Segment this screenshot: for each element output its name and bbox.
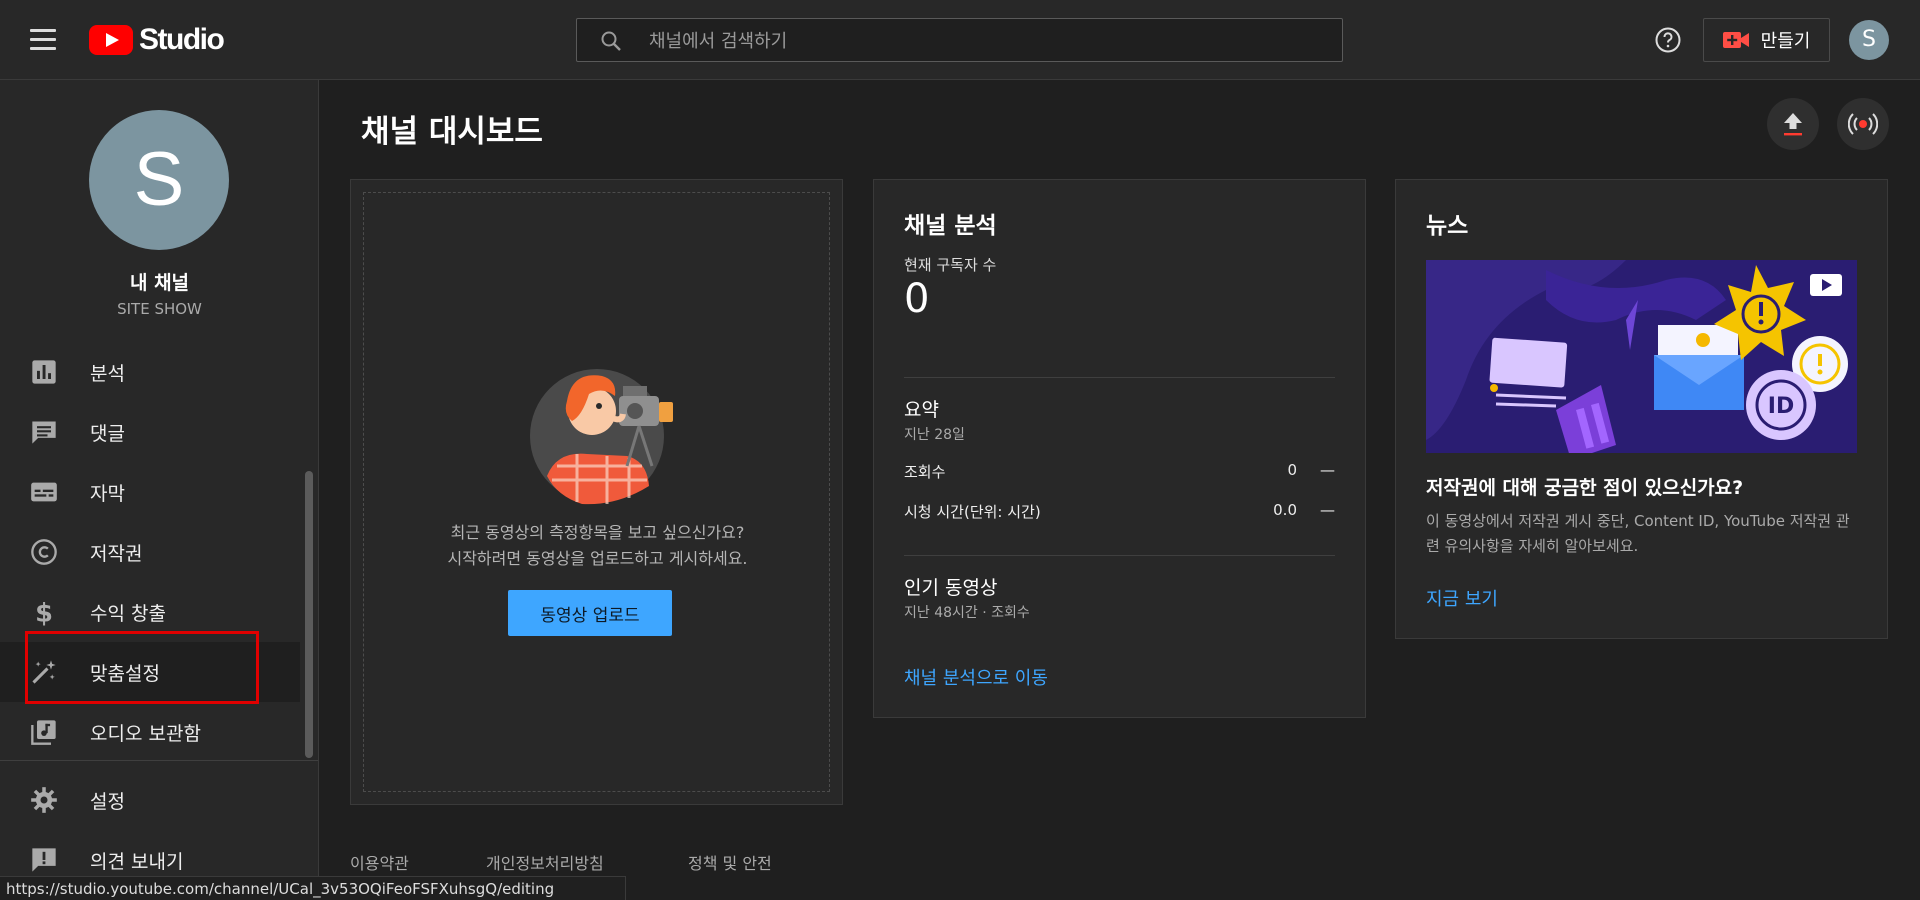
upload-button[interactable] bbox=[1767, 98, 1819, 150]
sidebar-item-copyright[interactable]: 저작권 bbox=[0, 522, 300, 582]
audio-library-icon bbox=[31, 720, 56, 745]
news-view-now-link[interactable]: 지금 보기 bbox=[1426, 585, 1498, 611]
sidebar-divider bbox=[0, 760, 318, 761]
channel-analytics-card: 채널 분석 현재 구독자 수 0 요약 지난 28일 조회수 0 — 시청 시간… bbox=[873, 179, 1366, 718]
youtube-play-icon bbox=[89, 25, 133, 55]
divider bbox=[904, 377, 1335, 378]
live-broadcast-icon bbox=[1848, 113, 1878, 135]
upload-prompt: 최근 동영상의 측정항목을 보고 싶으신가요? 시작하려면 동영상을 업로드하고… bbox=[364, 520, 831, 572]
sidebar-item-label: 저작권 bbox=[90, 542, 143, 565]
top-videos-period: 지난 48시간 · 조회수 bbox=[904, 605, 1030, 621]
channel-title: 내 채널 bbox=[129, 272, 190, 294]
go-live-button[interactable] bbox=[1837, 98, 1889, 150]
sidebar-item-label: 설정 bbox=[90, 790, 125, 813]
create-button-label: 만들기 bbox=[1760, 31, 1811, 52]
news-card-title: 뉴스 bbox=[1426, 213, 1469, 239]
divider bbox=[904, 555, 1335, 556]
menu-icon[interactable] bbox=[30, 29, 56, 51]
top-videos-title: 인기 동영상 bbox=[904, 577, 998, 599]
news-headline: 저작권에 대해 궁금한 점이 있으신가요? bbox=[1426, 477, 1744, 499]
dollar-icon: $ bbox=[35, 598, 53, 626]
sidebar-item-label: 자막 bbox=[90, 482, 125, 505]
news-body: 이 동영상에서 저작권 게시 중단, Content ID, YouTube 저… bbox=[1426, 512, 1850, 555]
sidebar: S 내 채널 SITE SHOW 분석 댓글 자막 저작권 $ 수익 창출 맞춤… bbox=[0, 80, 319, 900]
footer-privacy-link[interactable]: 개인정보처리방침 bbox=[486, 850, 604, 874]
upload-dropzone[interactable]: 최근 동영상의 측정항목을 보고 싶으신가요? 시작하려면 동영상을 업로드하고… bbox=[363, 192, 830, 792]
sidebar-item-label: 오디오 보관함 bbox=[90, 722, 201, 745]
sidebar-scrollbar[interactable] bbox=[305, 471, 313, 758]
upload-icon bbox=[1784, 113, 1802, 136]
upload-card: 최근 동영상의 측정항목을 보고 싶으신가요? 시작하려면 동영상을 업로드하고… bbox=[350, 179, 843, 805]
analytics-card-title: 채널 분석 bbox=[904, 213, 997, 239]
search-input[interactable] bbox=[647, 19, 1331, 63]
subtitles-icon bbox=[31, 482, 57, 502]
logo-text: Studio bbox=[139, 23, 225, 56]
metric-row-views: 조회수 0 — bbox=[904, 461, 1335, 483]
metric-label: 시청 시간(단위: 시간) bbox=[904, 503, 1041, 521]
video-camera-add-icon bbox=[1722, 32, 1749, 48]
go-to-analytics-link[interactable]: 채널 분석으로 이동 bbox=[904, 664, 1048, 690]
sidebar-bottom-nav: 설정 의견 보내기 bbox=[0, 770, 300, 890]
sidebar-item-label: 수익 창출 bbox=[90, 602, 166, 625]
channel-name: SITE SHOW bbox=[117, 300, 202, 318]
sidebar-item-settings[interactable]: 설정 bbox=[0, 770, 300, 830]
comments-icon bbox=[32, 421, 56, 444]
metric-delta: — bbox=[1320, 501, 1335, 519]
subscribers-count: 0 bbox=[904, 276, 930, 322]
news-card: 뉴스 ID 저작권에 대해 궁금한 점이 있으신가요? 이 동영상에서 저작권 … bbox=[1395, 179, 1888, 639]
svg-text:ID: ID bbox=[1768, 394, 1794, 419]
upload-prompt-line1: 최근 동영상의 측정항목을 보고 싶으신가요? bbox=[450, 523, 745, 542]
gear-icon bbox=[31, 787, 57, 813]
channel-avatar[interactable]: S bbox=[89, 110, 229, 250]
news-image[interactable]: ID bbox=[1426, 260, 1857, 453]
account-avatar[interactable]: S bbox=[1849, 20, 1889, 60]
sidebar-item-label: 의견 보내기 bbox=[90, 850, 184, 873]
svg-text:$: $ bbox=[35, 598, 53, 626]
help-icon[interactable] bbox=[1654, 26, 1682, 54]
copyright-icon bbox=[31, 539, 57, 565]
search-box[interactable] bbox=[576, 18, 1343, 63]
sidebar-item-subtitles[interactable]: 자막 bbox=[0, 462, 300, 522]
metric-delta: — bbox=[1320, 461, 1335, 479]
studio-logo[interactable]: Studio bbox=[89, 23, 225, 56]
top-bar: Studio 만들기 S bbox=[0, 0, 1920, 80]
page-title: 채널 대시보드 bbox=[361, 114, 543, 150]
analytics-icon bbox=[32, 360, 56, 384]
sidebar-item-label: 분석 bbox=[90, 362, 125, 385]
sidebar-item-audio-library[interactable]: 오디오 보관함 bbox=[0, 702, 300, 762]
metric-row-watch-time: 시청 시간(단위: 시간) 0.0 — bbox=[904, 501, 1335, 523]
copyright-news-illustration: ID bbox=[1426, 260, 1857, 453]
feedback-icon bbox=[32, 848, 56, 872]
sidebar-item-comments[interactable]: 댓글 bbox=[0, 402, 300, 462]
create-button[interactable]: 만들기 bbox=[1703, 18, 1830, 62]
subscribers-label: 현재 구독자 수 bbox=[904, 256, 997, 274]
search-icon bbox=[601, 31, 621, 51]
metric-value: 0 bbox=[1287, 461, 1297, 479]
upload-video-button[interactable]: 동영상 업로드 bbox=[508, 590, 672, 636]
highlight-annotation-box bbox=[25, 631, 259, 704]
sidebar-item-analytics[interactable]: 분석 bbox=[0, 342, 300, 402]
metric-label: 조회수 bbox=[904, 463, 946, 481]
videographer-illustration bbox=[530, 369, 673, 505]
upload-prompt-line2: 시작하려면 동영상을 업로드하고 게시하세요. bbox=[447, 549, 748, 568]
footer-terms-link[interactable]: 이용약관 bbox=[350, 850, 409, 874]
status-bar-url: https://studio.youtube.com/channel/UCal_… bbox=[0, 876, 626, 900]
summary-title: 요약 bbox=[904, 399, 939, 421]
footer-policy-link[interactable]: 정책 및 안전 bbox=[688, 850, 772, 874]
metric-value: 0.0 bbox=[1273, 501, 1297, 519]
sidebar-item-label: 댓글 bbox=[90, 422, 125, 445]
summary-period: 지난 28일 bbox=[904, 427, 965, 443]
